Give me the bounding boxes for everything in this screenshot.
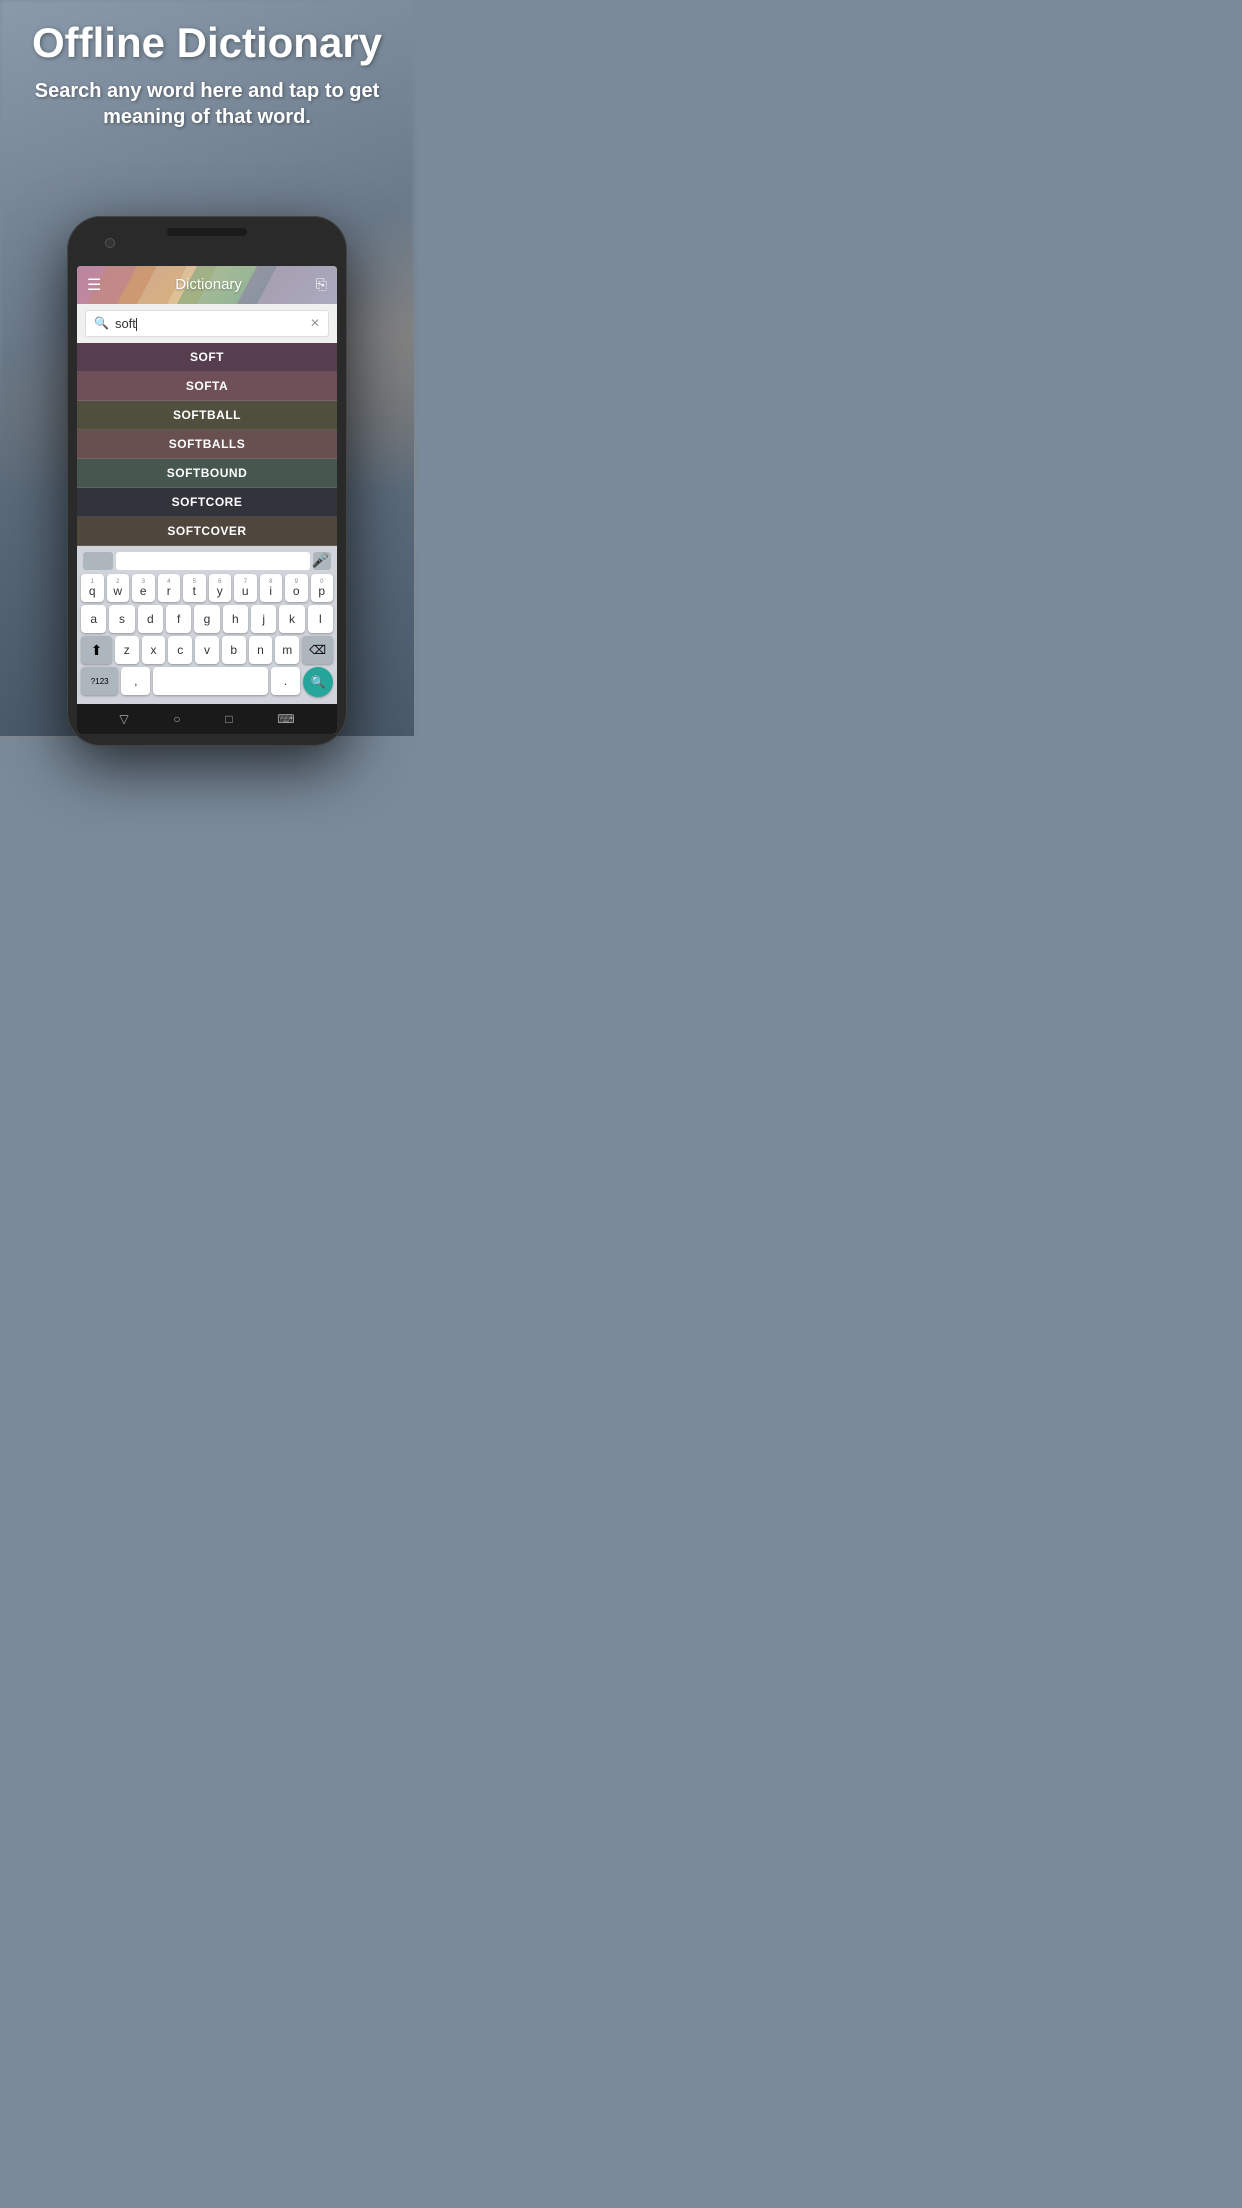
key-o[interactable]: 9o	[285, 574, 308, 602]
word-text: SOFT	[190, 350, 224, 364]
key-r[interactable]: 4r	[158, 574, 181, 602]
menu-icon[interactable]: ☰	[87, 275, 101, 295]
word-list: SOFT SOFTA SOFTBALL SOFTBALLS SOFTBOUND	[77, 343, 337, 546]
word-text: SOFTA	[186, 379, 228, 393]
bottom-nav: ▽ ○ □ ⌨	[77, 704, 337, 734]
cursor	[136, 318, 137, 331]
app-title: Dictionary	[175, 276, 242, 293]
key-e[interactable]: 3e	[132, 574, 155, 602]
key-c[interactable]: c	[168, 636, 192, 664]
word-text: SOFTCORE	[172, 495, 243, 509]
search-button[interactable]: 🔍	[303, 667, 333, 697]
phone-mockup: ☰ Dictionary ⎘ 🔍 soft ✕	[67, 216, 347, 746]
word-text: SOFTCOVER	[167, 524, 246, 538]
phone-body: ☰ Dictionary ⎘ 🔍 soft ✕	[67, 216, 347, 746]
list-item[interactable]: SOFT	[77, 343, 337, 372]
list-item[interactable]: SOFTBALLS	[77, 430, 337, 459]
word-text: SOFTBOUND	[167, 466, 248, 480]
word-text: SOFTBALLS	[169, 437, 246, 451]
keyboard-button[interactable]: ⌨	[277, 712, 294, 726]
key-q[interactable]: 1q	[81, 574, 104, 602]
main-title: Offline Dictionary	[20, 20, 394, 66]
key-j[interactable]: j	[251, 605, 276, 633]
spacer-left	[83, 552, 113, 570]
list-item[interactable]: SOFTA	[77, 372, 337, 401]
app-header: ☰ Dictionary ⎘	[77, 266, 337, 304]
key-a[interactable]: a	[81, 605, 106, 633]
sub-title: Search any word here and tap to get mean…	[20, 78, 394, 130]
period-key[interactable]: .	[271, 667, 300, 695]
mic-icon[interactable]: 🎤	[312, 552, 329, 569]
list-item[interactable]: SOFTCORE	[77, 488, 337, 517]
phone-speaker	[167, 228, 247, 236]
top-text-area: Offline Dictionary Search any word here …	[0, 0, 414, 130]
key-k[interactable]: k	[279, 605, 304, 633]
list-item[interactable]: SOFTBALL	[77, 401, 337, 430]
key-n[interactable]: n	[249, 636, 273, 664]
key-d[interactable]: d	[138, 605, 163, 633]
key-h[interactable]: h	[223, 605, 248, 633]
keyboard-spacer-row: 🎤	[79, 550, 335, 572]
list-item[interactable]: SOFTBOUND	[77, 459, 337, 488]
keyboard-row-3: ⬆ z x c v b n m ⌫	[79, 636, 335, 664]
home-button[interactable]: ○	[173, 712, 180, 726]
key-t[interactable]: 5t	[183, 574, 206, 602]
recent-button[interactable]: □	[225, 712, 232, 726]
keyboard-row-1: 1q 2w 3e 4r 5t 6y 7u 8i 9o 0p	[79, 574, 335, 602]
phone-screen: ☰ Dictionary ⎘ 🔍 soft ✕	[77, 266, 337, 734]
search-input[interactable]: soft	[115, 316, 310, 331]
spacer-center	[116, 552, 310, 570]
word-text: SOFTBALL	[173, 408, 241, 422]
key-f[interactable]: f	[166, 605, 191, 633]
key-g[interactable]: g	[194, 605, 219, 633]
list-item[interactable]: SOFTCOVER	[77, 517, 337, 546]
key-s[interactable]: s	[109, 605, 134, 633]
delete-key[interactable]: ⌫	[302, 636, 333, 664]
phone-camera	[105, 238, 115, 248]
key-l[interactable]: l	[308, 605, 333, 633]
key-v[interactable]: v	[195, 636, 219, 664]
keyboard[interactable]: 🎤 1q 2w 3e 4r 5t 6y 7u 8i 9o 0p a	[77, 546, 337, 704]
key-b[interactable]: b	[222, 636, 246, 664]
clear-icon[interactable]: ✕	[310, 316, 320, 330]
key-w[interactable]: 2w	[107, 574, 130, 602]
search-bar[interactable]: 🔍 soft ✕	[85, 310, 329, 337]
back-button[interactable]: ▽	[119, 712, 128, 726]
keyboard-row-2: a s d f g h j k l	[79, 605, 335, 633]
key-z[interactable]: z	[115, 636, 139, 664]
share-icon[interactable]: ⎘	[316, 276, 327, 293]
search-icon: 🔍	[94, 316, 109, 330]
keyboard-row-4: ?123 , . 🔍	[79, 667, 335, 697]
symbols-key[interactable]: ?123	[81, 667, 118, 695]
key-p[interactable]: 0p	[311, 574, 334, 602]
word-list-container: SOFT SOFTA SOFTBALL SOFTBALLS SOFTBOUND	[77, 343, 337, 546]
comma-key[interactable]: ,	[121, 667, 150, 695]
symbols-label: ?123	[91, 677, 109, 686]
key-u[interactable]: 7u	[234, 574, 257, 602]
key-y[interactable]: 6y	[209, 574, 232, 602]
search-text: soft	[115, 316, 136, 331]
shift-key[interactable]: ⬆	[81, 636, 112, 664]
key-x[interactable]: x	[142, 636, 166, 664]
space-key[interactable]	[153, 667, 268, 695]
key-i[interactable]: 8i	[260, 574, 283, 602]
key-m[interactable]: m	[275, 636, 299, 664]
